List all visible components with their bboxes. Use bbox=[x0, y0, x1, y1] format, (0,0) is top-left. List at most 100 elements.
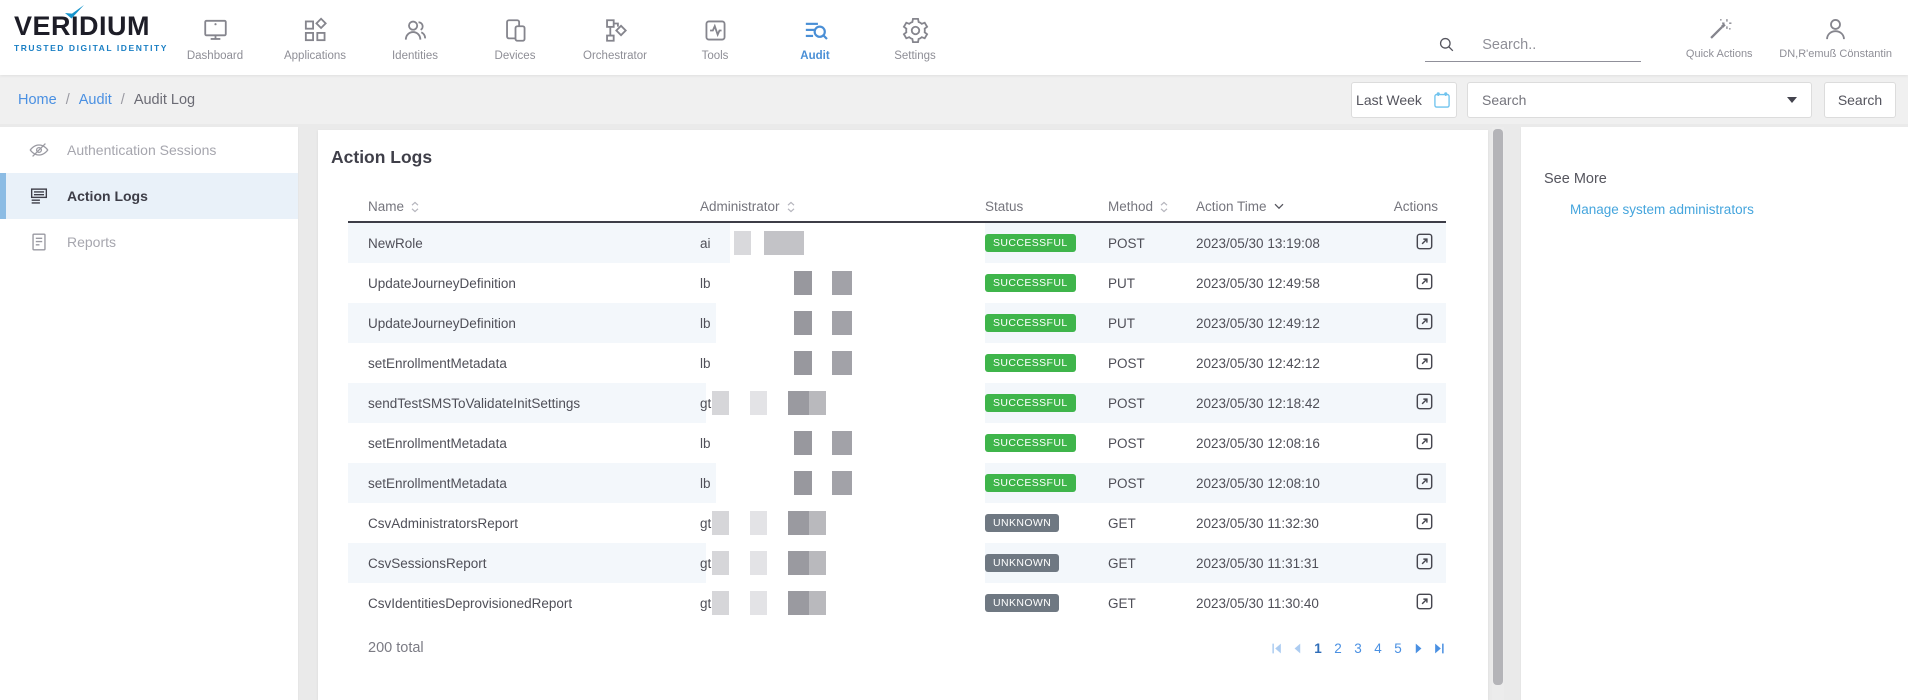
open-record-button[interactable] bbox=[1413, 590, 1436, 616]
magic-wand-icon bbox=[1706, 16, 1733, 43]
table-row[interactable]: CsvSessionsReport gt UNKNOWN GET 2023/05… bbox=[348, 543, 1446, 583]
redacted-block bbox=[750, 391, 767, 415]
sidebar-item-action-logs[interactable]: Action Logs bbox=[0, 173, 298, 219]
table-row[interactable]: setEnrollmentMetadata lb SUCCESSFUL POST… bbox=[348, 343, 1446, 383]
redacted-block bbox=[734, 231, 751, 255]
open-record-button[interactable] bbox=[1413, 430, 1436, 456]
cell-status: UNKNOWN bbox=[985, 514, 1108, 532]
redacted-block bbox=[794, 431, 812, 455]
redacted-block bbox=[712, 591, 729, 615]
nav-item-label: Identities bbox=[392, 50, 438, 62]
page-1-button[interactable]: 1 bbox=[1312, 641, 1324, 656]
first-page-button[interactable] bbox=[1270, 642, 1283, 655]
user-name: DN,R'emuß Cönstantin bbox=[1779, 48, 1892, 60]
cell-method: GET bbox=[1108, 556, 1196, 571]
top-nav: VERIDIUM TRUSTED DIGITAL IDENTITY Dashbo… bbox=[0, 0, 1908, 75]
report-icon bbox=[28, 231, 50, 253]
status-badge: SUCCESSFUL bbox=[985, 274, 1076, 292]
nav-item-devices[interactable]: Devices bbox=[465, 0, 565, 75]
nav-item-identities[interactable]: Identities bbox=[365, 0, 465, 75]
table-row[interactable]: setEnrollmentMetadata lb SUCCESSFUL POST… bbox=[348, 423, 1446, 463]
cell-administrator: lb bbox=[700, 263, 985, 303]
open-record-button[interactable] bbox=[1413, 390, 1436, 416]
open-record-button[interactable] bbox=[1413, 350, 1436, 376]
nav-item-audit[interactable]: Audit bbox=[765, 0, 865, 75]
open-record-button[interactable] bbox=[1413, 310, 1436, 336]
cell-administrator: gt bbox=[700, 383, 985, 423]
column-header-label: Administrator bbox=[700, 199, 780, 214]
table-row[interactable]: NewRole ai SUCCESSFUL POST 2023/05/30 13… bbox=[348, 223, 1446, 263]
table-row[interactable]: sendTestSMSToValidateInitSettings gt SUC… bbox=[348, 383, 1446, 423]
cell-action-time: 2023/05/30 12:49:58 bbox=[1196, 276, 1346, 291]
topnav-right: Quick Actions DN,R'emuß Cönstantin bbox=[1425, 0, 1900, 75]
table-row[interactable]: setEnrollmentMetadata lb SUCCESSFUL POST… bbox=[348, 463, 1446, 503]
search-field-dropdown[interactable]: Search bbox=[1467, 82, 1812, 118]
redacted-block bbox=[764, 231, 804, 255]
nav-item-settings[interactable]: Settings bbox=[865, 0, 965, 75]
page-2-button[interactable]: 2 bbox=[1332, 641, 1344, 656]
nav-item-dashboard[interactable]: Dashboard bbox=[165, 0, 265, 75]
open-record-button[interactable] bbox=[1413, 470, 1436, 496]
page-5-button[interactable]: 5 bbox=[1392, 641, 1404, 656]
sidebar-item-authentication-sessions[interactable]: Authentication Sessions bbox=[0, 127, 298, 173]
scrollbar-track[interactable] bbox=[1492, 127, 1504, 700]
administrator-prefix: lb bbox=[700, 316, 711, 331]
nav-item-tools[interactable]: Tools bbox=[665, 0, 765, 75]
sidebar-item-reports[interactable]: Reports bbox=[0, 219, 298, 265]
open-record-button[interactable] bbox=[1413, 550, 1436, 576]
main-card: Action Logs Name Administrator Status Me… bbox=[318, 130, 1488, 700]
last-page-button[interactable] bbox=[1433, 642, 1446, 655]
breadcrumb-item-0[interactable]: Home bbox=[18, 92, 57, 108]
cell-method: POST bbox=[1108, 236, 1196, 251]
global-search bbox=[1425, 35, 1641, 62]
search-button[interactable]: Search bbox=[1824, 82, 1896, 118]
page-3-button[interactable]: 3 bbox=[1352, 641, 1364, 656]
cell-status: UNKNOWN bbox=[985, 594, 1108, 612]
manage-system-administrators-link[interactable]: Manage system administrators bbox=[1570, 202, 1908, 217]
redacted-block bbox=[712, 511, 729, 535]
table-row[interactable]: UpdateJourneyDefinition lb SUCCESSFUL PU… bbox=[348, 263, 1446, 303]
open-record-button[interactable] bbox=[1413, 230, 1436, 256]
administrator-prefix: lb bbox=[700, 436, 711, 451]
quick-actions-button[interactable]: Quick Actions bbox=[1667, 16, 1771, 60]
scrollbar-thumb[interactable] bbox=[1493, 129, 1503, 685]
cell-name: NewRole bbox=[348, 236, 700, 251]
user-icon bbox=[1822, 16, 1849, 43]
open-record-button[interactable] bbox=[1413, 510, 1436, 536]
open-record-icon bbox=[1413, 470, 1436, 493]
column-header-name[interactable]: Name bbox=[348, 199, 700, 214]
brand-tagline: TRUSTED DIGITAL IDENTITY bbox=[14, 43, 168, 53]
brand-logo[interactable]: VERIDIUM TRUSTED DIGITAL IDENTITY bbox=[14, 13, 168, 53]
devices-icon bbox=[501, 16, 530, 45]
quick-actions-label: Quick Actions bbox=[1686, 48, 1753, 60]
table-row[interactable]: UpdateJourneyDefinition lb SUCCESSFUL PU… bbox=[348, 303, 1446, 343]
cell-actions bbox=[1346, 430, 1446, 456]
administrator-prefix: lb bbox=[700, 476, 711, 491]
prev-page-button[interactable] bbox=[1291, 642, 1304, 655]
cell-name: CsvAdministratorsReport bbox=[348, 516, 700, 531]
column-header-administrator[interactable]: Administrator bbox=[700, 199, 985, 214]
global-search-input[interactable] bbox=[1480, 36, 1630, 54]
nav-item-label: Applications bbox=[284, 50, 346, 62]
cell-action-time: 2023/05/30 12:18:42 bbox=[1196, 396, 1346, 411]
nav-item-applications[interactable]: Applications bbox=[265, 0, 365, 75]
date-range-button[interactable]: Last Week bbox=[1351, 82, 1457, 118]
open-record-button[interactable] bbox=[1413, 270, 1436, 296]
nav-item-orchestrator[interactable]: Orchestrator bbox=[565, 0, 665, 75]
table-row[interactable]: CsvIdentitiesDeprovisionedReport gt UNKN… bbox=[348, 583, 1446, 623]
breadcrumb-item-2: Audit Log bbox=[134, 92, 195, 108]
first-page-icon bbox=[1270, 642, 1283, 655]
cell-status: SUCCESSFUL bbox=[985, 314, 1108, 332]
cell-method: PUT bbox=[1108, 316, 1196, 331]
next-page-button[interactable] bbox=[1412, 642, 1425, 655]
column-header-action-time[interactable]: Action Time bbox=[1196, 199, 1346, 214]
table-row[interactable]: CsvAdministratorsReport gt UNKNOWN GET 2… bbox=[348, 503, 1446, 543]
user-menu[interactable]: DN,R'emuß Cönstantin bbox=[1771, 16, 1900, 60]
page-4-button[interactable]: 4 bbox=[1372, 641, 1384, 656]
redacted-block bbox=[832, 351, 852, 375]
redacted-block bbox=[794, 311, 812, 335]
redacted-block bbox=[832, 311, 852, 335]
cell-action-time: 2023/05/30 12:42:12 bbox=[1196, 356, 1346, 371]
column-header-method[interactable]: Method bbox=[1108, 199, 1196, 214]
breadcrumb-item-1[interactable]: Audit bbox=[79, 92, 112, 108]
